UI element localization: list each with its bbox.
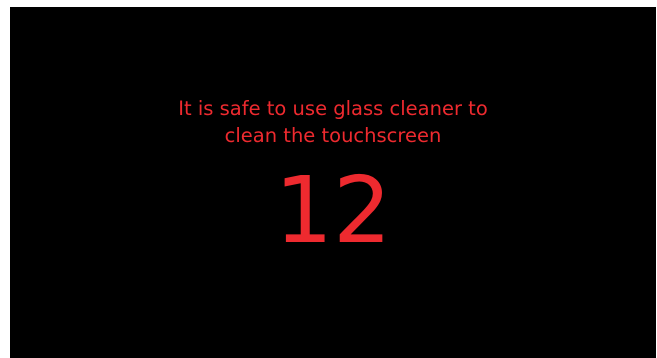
cleaning-message: It is safe to use glass cleaner to clean… (10, 95, 656, 149)
countdown-timer: 12 (274, 157, 392, 264)
cleaning-message-line-1: It is safe to use glass cleaner to (178, 97, 488, 120)
cleaning-mode-screen[interactable]: It is safe to use glass cleaner to clean… (10, 7, 656, 358)
cleaning-message-line-2: clean the touchscreen (224, 124, 442, 147)
